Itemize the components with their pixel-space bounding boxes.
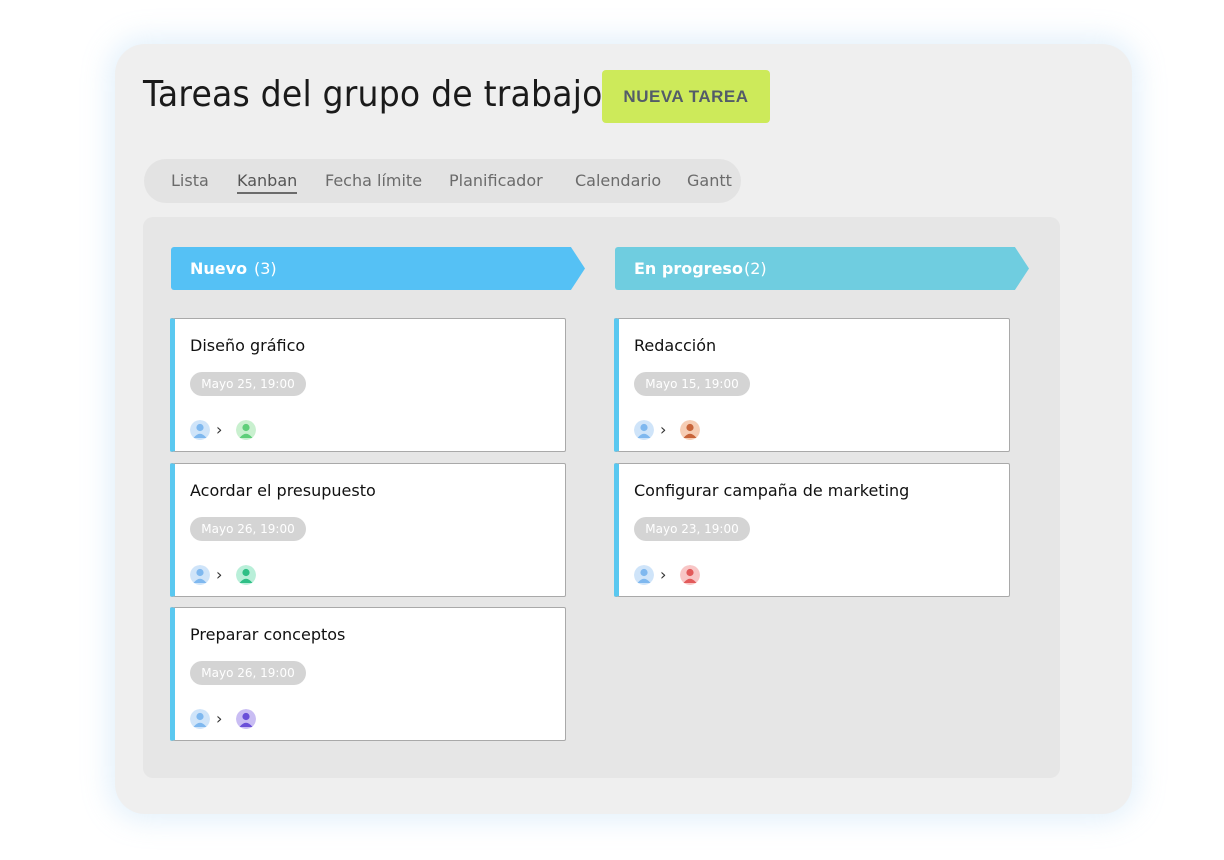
user-avatar-icon[interactable] xyxy=(190,420,210,440)
user-avatar-icon[interactable] xyxy=(236,420,256,440)
task-due-date: Mayo 25, 19:00 xyxy=(190,372,306,396)
task-card[interactable]: Redacción Mayo 15, 19:00 › xyxy=(614,318,1010,452)
column-title: Nuevo xyxy=(190,259,248,278)
task-card[interactable]: Preparar conceptos Mayo 26, 19:00 › xyxy=(170,607,566,741)
task-title: Configurar campaña de marketing xyxy=(634,481,910,500)
task-title: Acordar el presupuesto xyxy=(190,481,376,500)
task-due-date: Mayo 23, 19:00 xyxy=(634,517,750,541)
task-title: Redacción xyxy=(634,336,717,355)
column-header-nuevo[interactable]: Nuevo (3) xyxy=(171,247,585,290)
tab-lista[interactable]: Lista xyxy=(171,171,209,190)
new-task-button[interactable]: NUEVA TAREA xyxy=(602,70,770,123)
tab-kanban[interactable]: Kanban xyxy=(237,171,298,194)
task-card[interactable]: Configurar campaña de marketing Mayo 23,… xyxy=(614,463,1010,597)
user-avatar-icon[interactable] xyxy=(190,709,210,729)
tab-fecha-limite[interactable]: Fecha límite xyxy=(325,171,422,190)
user-avatar-icon[interactable] xyxy=(634,565,654,585)
user-avatar-icon[interactable] xyxy=(236,709,256,729)
user-avatar-icon[interactable] xyxy=(680,420,700,440)
chevron-right-icon: › xyxy=(660,420,667,439)
column-count: (2) xyxy=(744,259,767,278)
task-due-date: Mayo 15, 19:00 xyxy=(634,372,750,396)
tab-calendario[interactable]: Calendario xyxy=(575,171,661,190)
chevron-right-icon: › xyxy=(216,709,223,728)
column-title: En progreso xyxy=(634,259,743,278)
page-title: Tareas del grupo de trabajo xyxy=(143,74,603,115)
view-tabs: Lista Kanban Fecha límite Planificador C… xyxy=(144,159,741,203)
column-header-en-progreso[interactable]: En progreso (2) xyxy=(615,247,1029,290)
user-avatar-icon[interactable] xyxy=(634,420,654,440)
task-title: Preparar conceptos xyxy=(190,625,346,644)
user-avatar-icon[interactable] xyxy=(680,565,700,585)
kanban-board: Nuevo (3) En progreso (2) Diseño gráfico… xyxy=(143,217,1060,778)
user-avatar-icon[interactable] xyxy=(236,565,256,585)
task-title: Diseño gráfico xyxy=(190,336,306,355)
task-board-window: Tareas del grupo de trabajo NUEVA TAREA … xyxy=(115,44,1132,814)
column-count: (3) xyxy=(254,259,277,278)
chevron-right-icon: › xyxy=(216,565,223,584)
task-card[interactable]: Diseño gráfico Mayo 25, 19:00 › xyxy=(170,318,566,452)
user-avatar-icon[interactable] xyxy=(190,565,210,585)
chevron-right-icon: › xyxy=(216,420,223,439)
task-card[interactable]: Acordar el presupuesto Mayo 26, 19:00 › xyxy=(170,463,566,597)
task-due-date: Mayo 26, 19:00 xyxy=(190,661,306,685)
task-due-date: Mayo 26, 19:00 xyxy=(190,517,306,541)
tab-planificador[interactable]: Planificador xyxy=(449,171,543,190)
tab-gantt[interactable]: Gantt xyxy=(687,171,732,190)
chevron-right-icon: › xyxy=(660,565,667,584)
